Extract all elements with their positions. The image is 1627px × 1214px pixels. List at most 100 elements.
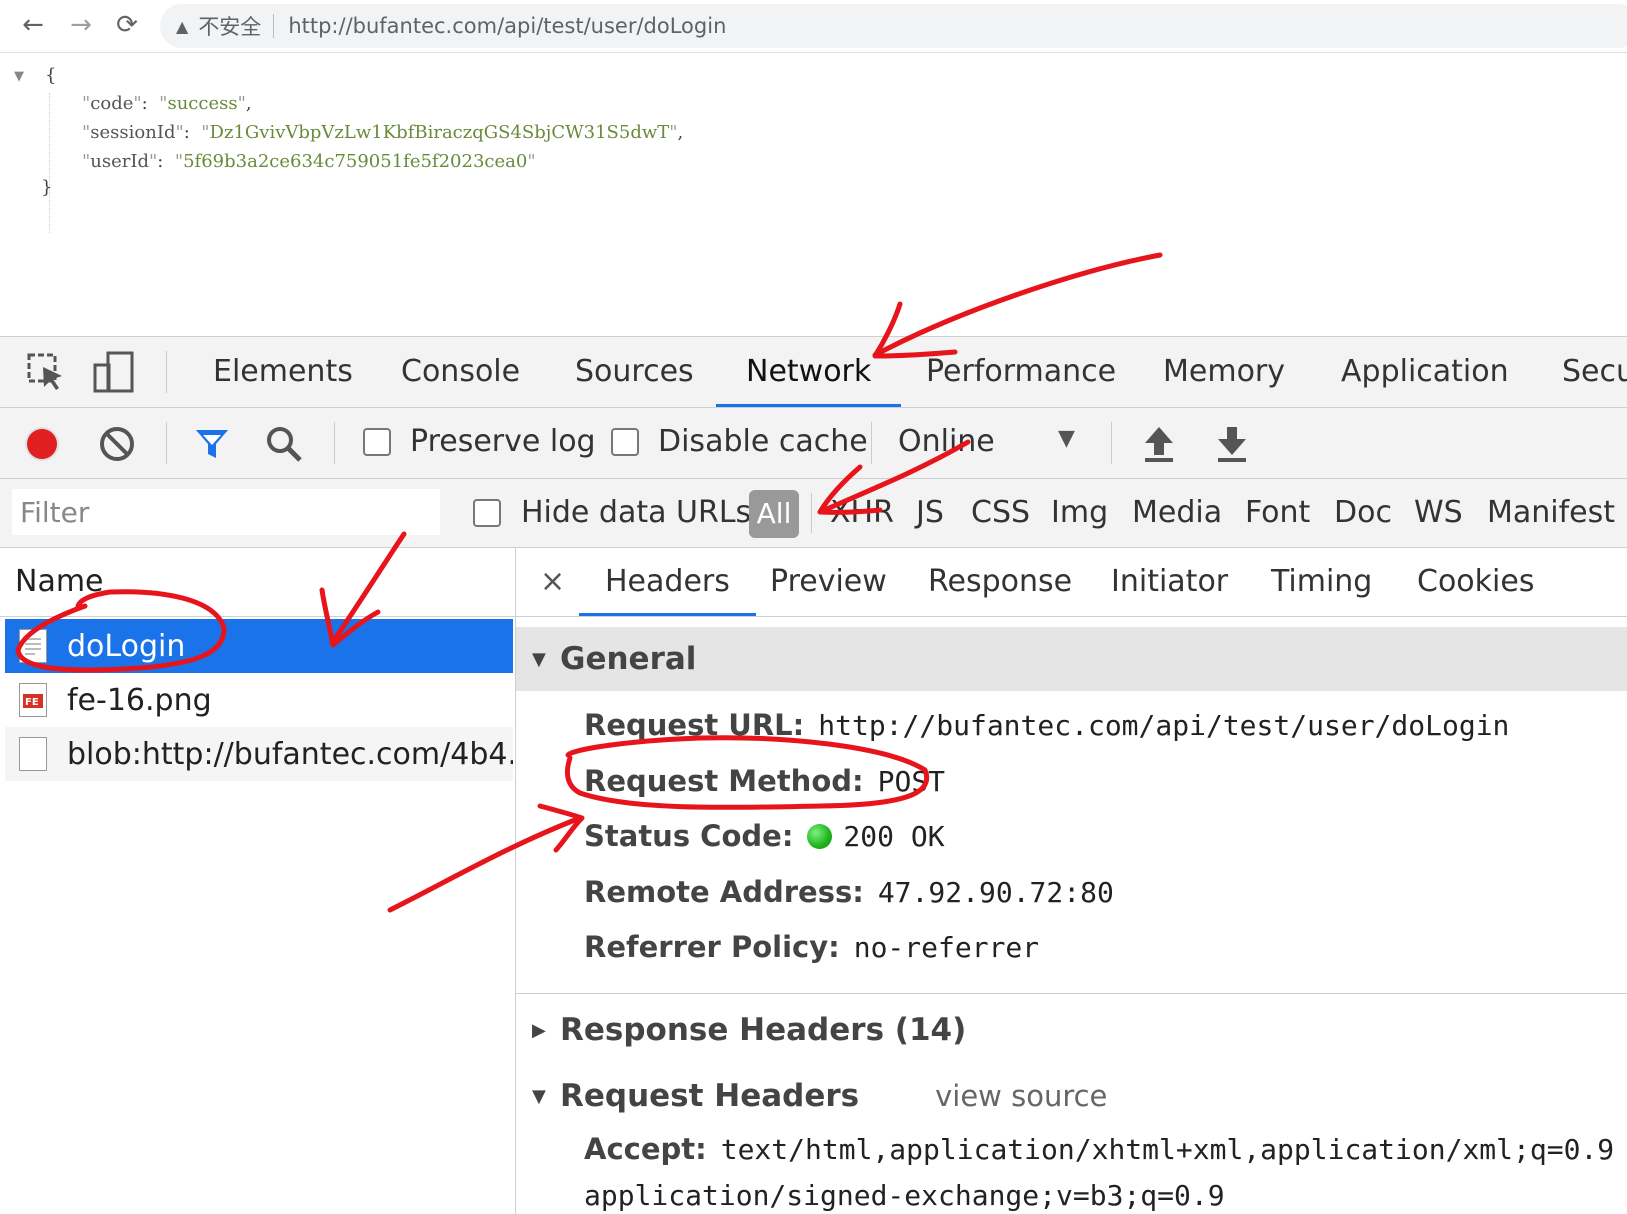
warning-triangle-icon[interactable]: ▲ [176,17,188,36]
expand-triangle-icon: ▼ [532,1085,546,1107]
details-tabs: × Headers Preview Response Initiator Tim… [516,548,1627,617]
tab-console[interactable]: Console [401,337,520,407]
status-ok-dot-icon [807,824,833,849]
json-field-code: "code": "success", [82,93,252,114]
search-icon[interactable] [262,422,306,466]
url-text[interactable]: http://bufantec.com/api/test/user/doLogi… [288,14,726,38]
disable-cache-checkbox[interactable] [611,428,639,456]
export-har-icon[interactable] [1210,422,1254,466]
preserve-log-checkbox[interactable] [363,428,391,456]
expand-triangle-icon: ▼ [532,648,546,670]
filter-type-all[interactable]: All [749,490,799,538]
collapsed-triangle-icon: ▶ [532,1019,546,1041]
tab-performance[interactable]: Performance [926,337,1116,407]
json-indent-guide [49,93,50,233]
request-row-dologin[interactable]: doLogin [5,619,513,673]
request-url-row: Request URL: http://bufantec.com/api/test… [584,708,1510,742]
throttling-select[interactable]: Online [898,424,995,459]
network-toolbar: Preserve log Disable cache Online ▼ [0,408,1627,479]
toolbar-divider [166,422,167,464]
chevron-down-icon[interactable]: ▼ [1058,426,1075,451]
status-code-row: Status Code: 200 OK [584,819,945,853]
preserve-log-label[interactable]: Preserve log [410,424,596,459]
toolbar-divider-4 [1111,422,1112,464]
request-headers-section-header[interactable]: ▼ Request Headers view source [516,1064,1627,1128]
tab-memory[interactable]: Memory [1163,337,1285,407]
request-name: blob:http://bufantec.com/4b4... [67,736,513,772]
tab-preview[interactable]: Preview [770,548,887,616]
filter-type-manifest[interactable]: Manifest [1487,479,1615,547]
filter-type-css[interactable]: CSS [971,479,1030,547]
devtools-main-tabs: Elements Console Sources Network Perform… [0,337,1627,408]
clear-icon[interactable] [95,422,139,466]
json-field-sessionid: "sessionId": "Dz1GvivVbpVzLw1KbfBiraczqG… [82,122,684,143]
tab-security[interactable]: Secu [1562,337,1627,407]
close-icon[interactable]: × [540,564,565,599]
toolbar-divider-2 [334,422,335,464]
back-arrow-icon[interactable]: ← [16,8,50,42]
accept-header-row: Accept: text/html,application/xhtml+xml,a… [584,1132,1615,1166]
devtools-panel: Elements Console Sources Network Perform… [0,336,1627,1214]
referrer-policy-row: Referrer Policy: no-referrer [584,930,1040,964]
section-divider [516,993,1627,994]
reload-icon[interactable]: ⟳ [110,8,144,42]
remote-address-row: Remote Address: 47.92.90.72:80 [584,875,1114,909]
tab-headers[interactable]: Headers [579,548,756,616]
filter-type-doc[interactable]: Doc [1334,479,1392,547]
forward-arrow-icon[interactable]: → [64,8,98,42]
filter-type-xhr[interactable]: XHR [830,479,894,547]
tab-application[interactable]: Application [1341,337,1509,407]
filter-bar: Hide data URLs All XHR JS CSS Img Media … [0,479,1627,548]
name-column-header[interactable]: Name [15,564,104,599]
tab-response[interactable]: Response [928,548,1072,616]
omnibox-separator [273,14,275,38]
tab-network[interactable]: Network [715,337,902,407]
request-name: fe-16.png [67,682,212,718]
request-headers-title: Request Headers [560,1078,860,1114]
request-list: Name doLogin FE fe-16.png blob:http://bu… [0,548,516,1214]
tab-cookies[interactable]: Cookies [1417,548,1534,616]
json-open-brace: { [45,65,57,86]
request-details: × Headers Preview Response Initiator Tim… [516,548,1627,1214]
filter-type-font[interactable]: Font [1245,479,1310,547]
general-title: General [560,641,697,677]
tab-sources[interactable]: Sources [575,337,694,407]
collapse-triangle-icon[interactable]: ▼ [14,69,24,84]
browser-toolbar: ← → ⟳ ▲ 不安全 http://bufantec.com/api/test… [0,0,1627,53]
response-headers-section-header[interactable]: ▶ Response Headers (14) [516,998,1627,1062]
json-viewer: ▼ { "code": "success", "sessionId": "Dz1… [0,53,1627,336]
filter-type-js[interactable]: JS [916,479,944,547]
hide-data-urls-label[interactable]: Hide data URLs [521,479,751,547]
blank-file-icon [19,737,47,771]
filter-divider [811,493,812,533]
general-section-header[interactable]: ▼ General [516,627,1627,691]
inspect-element-icon[interactable] [24,350,68,394]
request-row-fe16[interactable]: FE fe-16.png [5,673,513,727]
request-method-row: Request Method: POST [584,764,946,798]
address-bar[interactable]: ▲ 不安全 http://bufantec.com/api/test/user/… [160,4,1627,48]
request-row-blob[interactable]: blob:http://bufantec.com/4b4... [5,727,513,781]
hide-data-urls-checkbox[interactable] [473,499,501,527]
image-file-icon: FE [19,683,47,717]
device-toolbar-icon[interactable] [92,350,136,394]
view-source-link[interactable]: view source [935,1079,1107,1113]
tab-elements[interactable]: Elements [213,337,353,407]
tab-timing[interactable]: Timing [1271,548,1372,616]
tab-initiator[interactable]: Initiator [1111,548,1228,616]
record-icon[interactable] [20,422,64,466]
filter-funnel-icon[interactable] [190,422,234,466]
filter-input[interactable] [12,489,440,535]
import-har-icon[interactable] [1137,422,1181,466]
accept-header-continuation: application/signed-exchange;v=b3;q=0.9 [584,1179,1225,1212]
request-list-header[interactable]: Name [0,548,515,617]
filter-type-media[interactable]: Media [1132,479,1222,547]
request-name: doLogin [67,628,186,664]
json-close-brace: } [41,177,53,198]
filter-type-ws[interactable]: WS [1414,479,1463,547]
filter-type-img[interactable]: Img [1051,479,1108,547]
svg-text:FE: FE [25,697,39,708]
response-headers-title: Response Headers (14) [560,1012,967,1048]
tabs-divider [166,351,167,393]
security-label[interactable]: 不安全 [198,11,261,41]
disable-cache-label[interactable]: Disable cache [658,424,868,459]
